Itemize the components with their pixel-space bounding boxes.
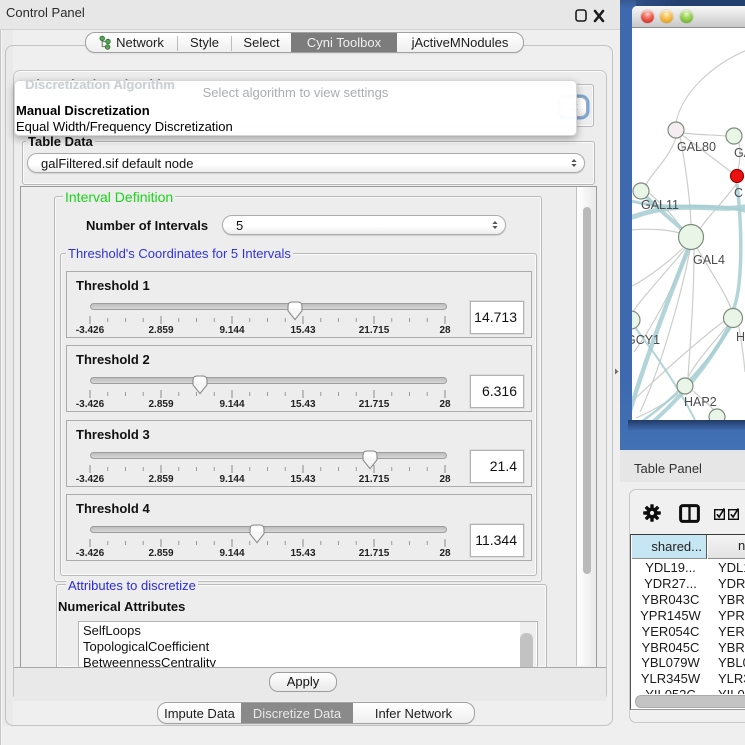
svg-text:GAL4: GAL4	[693, 253, 725, 267]
svg-text:GAL80: GAL80	[677, 140, 716, 154]
svg-text:HAP2: HAP2	[684, 395, 717, 409]
svg-text:GA: GA	[734, 146, 745, 160]
svg-text:H: H	[736, 330, 745, 344]
svg-text:C: C	[734, 186, 743, 200]
svg-text:GAL11: GAL11	[641, 198, 679, 212]
svg-text:GCY1: GCY1	[632, 333, 660, 347]
